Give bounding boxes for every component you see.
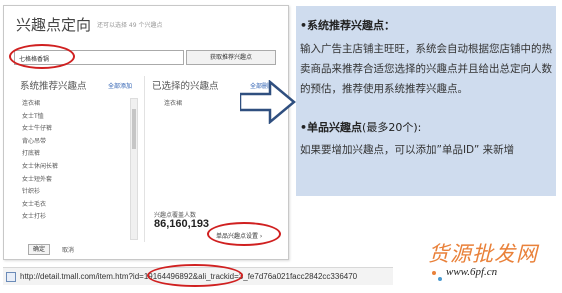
info-heading-item-bold: •单品兴趣点 [300, 121, 363, 134]
column-divider [144, 76, 145, 242]
page-icon [6, 272, 16, 282]
list-item[interactable]: 女士短外套 [22, 174, 122, 187]
watermark-title: 货源批发网 [428, 242, 538, 266]
add-all-link[interactable]: 全部添加 [108, 81, 132, 90]
get-recommendations-button[interactable]: 获取推荐兴趣点 [186, 50, 276, 65]
settings-highlight-ellipse [207, 222, 281, 246]
url-id-highlight-ellipse [147, 264, 243, 287]
info-heading-item-rest: (最多20个): [362, 121, 422, 134]
cancel-button[interactable]: 取消 [62, 245, 74, 254]
list-item[interactable]: 针织衫 [22, 186, 122, 199]
dialog-title: 兴趣点定向 [16, 16, 92, 34]
right-arrow-icon [240, 80, 296, 124]
highlight-ellipse [9, 44, 75, 69]
list-item[interactable]: 背心吊带 [22, 136, 122, 149]
recommended-header: 系统推荐兴趣点 [20, 81, 87, 92]
ok-button[interactable]: 确定 [28, 244, 50, 255]
info-heading-recommended: •系统推荐兴趣点： [300, 19, 396, 32]
list-item[interactable]: 打底裤 [22, 148, 122, 161]
info-heading-item: •单品兴趣点(最多20个): [300, 119, 421, 135]
info-paragraph-item: 如果要增加兴趣点，可以添加”单品ID” 来新增 [300, 144, 515, 156]
watermark-dot [438, 277, 442, 281]
dialog-subtitle: 还可以选择 49 个兴趣点 [97, 22, 163, 29]
list-item[interactable]: 女士毛衣 [22, 199, 122, 212]
recommended-scrollbar[interactable] [130, 98, 138, 240]
info-panel: •系统推荐兴趣点： 输入广告主店铺主旺旺，系统会自动根据您店铺中的热卖商品来推荐… [296, 6, 556, 196]
estimate-value: 86,160,193 [154, 218, 210, 230]
interest-dialog: 兴趣点定向 还可以选择 49 个兴趣点 七格格香锅 获取推荐兴趣点 系统推荐兴趣… [3, 5, 289, 260]
watermark-url: www.6pf.cn [446, 266, 498, 278]
list-item[interactable]: 女士休闲长裤 [22, 161, 122, 174]
recommended-list: 连衣裙 女士T恤 女士牛仔裤 背心吊带 打底裤 女士休闲长裤 女士短外套 针织衫… [22, 98, 122, 224]
selected-item[interactable]: 连衣裙 [164, 98, 182, 107]
scroll-thumb[interactable] [132, 109, 136, 149]
list-item[interactable]: 女士牛仔裤 [22, 123, 122, 136]
selected-header: 已选择的兴趣点 [152, 81, 219, 92]
info-paragraph-recommended: 输入广告主店铺主旺旺，系统会自动根据您店铺中的热卖商品来推荐合适您选择的兴趣点并… [300, 43, 552, 95]
list-item[interactable]: 女士打衫 [22, 211, 122, 224]
list-item[interactable]: 女士T恤 [22, 111, 122, 124]
list-item[interactable]: 连衣裙 [22, 98, 122, 111]
watermark-dot [432, 271, 436, 275]
